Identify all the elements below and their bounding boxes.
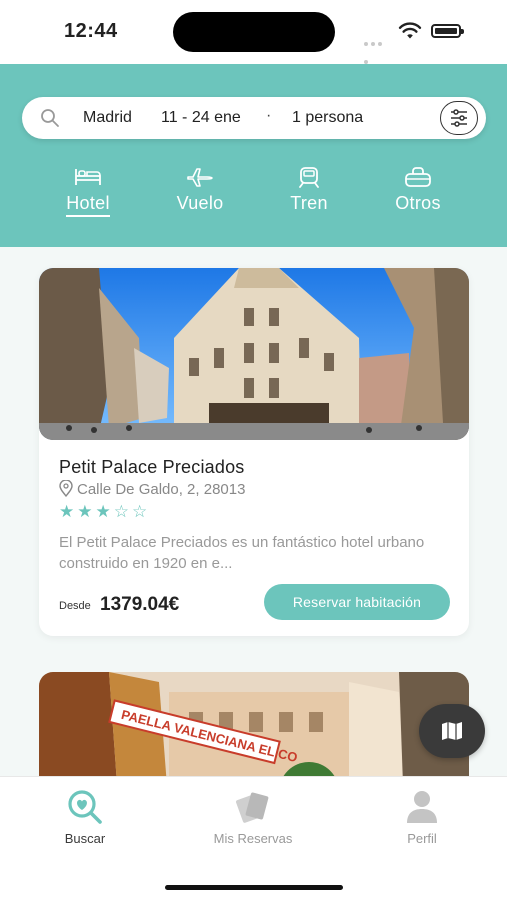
star-rating: ★★★☆☆ — [59, 502, 150, 522]
category-tabs: Hotel Vuelo Tren Otros — [0, 166, 507, 226]
nav-buscar-label: Buscar — [64, 831, 106, 846]
nav-mis-reservas-label: Mis Reservas — [213, 831, 293, 846]
map-button[interactable] — [419, 704, 485, 758]
hotel-price: 1379.04€ — [100, 594, 180, 615]
train-icon — [299, 167, 319, 188]
tab-otros-label: Otros — [395, 193, 441, 213]
bed-icon — [75, 169, 101, 185]
tab-otros[interactable]: Otros — [368, 166, 468, 214]
search-icon — [41, 109, 59, 127]
search-heart-icon — [68, 790, 102, 824]
price-from-label: Desde — [59, 600, 91, 612]
hotel-description: El Petit Palace Preciados es un fantásti… — [59, 534, 425, 572]
search-city[interactable]: Madrid — [83, 109, 132, 127]
tab-vuelo[interactable]: Vuelo — [150, 166, 250, 214]
search-bar[interactable]: Madrid 11 - 24 ene · 1 persona — [22, 97, 486, 139]
filter-button[interactable] — [440, 101, 478, 135]
nav-buscar[interactable]: Buscar — [25, 789, 145, 846]
hotel-photo[interactable] — [39, 268, 469, 440]
nav-perfil[interactable]: Perfil — [362, 789, 482, 846]
search-header: Madrid 11 - 24 ene · 1 persona Hotel Vue… — [0, 64, 507, 247]
search-guests[interactable]: 1 persona — [292, 109, 363, 127]
home-indicator — [165, 885, 343, 890]
sliders-icon — [451, 109, 467, 127]
tab-tren-label: Tren — [290, 193, 328, 213]
reserve-room-button[interactable]: Reservar habitación — [264, 584, 450, 620]
hotel-address-text: Calle De Galdo, 2, 28013 — [77, 481, 246, 498]
hotel-name: Petit Palace Preciados — [59, 457, 245, 477]
search-separator: · — [266, 107, 272, 124]
tab-hotel-label: Hotel — [66, 193, 110, 217]
tab-tren[interactable]: Tren — [259, 166, 359, 214]
search-dates[interactable]: 11 - 24 ene — [161, 109, 241, 127]
signal-dots-icon — [364, 33, 390, 64]
dynamic-island — [173, 12, 335, 52]
bottom-navigation: Buscar Mis Reservas Perfil — [0, 776, 507, 901]
location-pin-icon — [59, 479, 73, 498]
tab-vuelo-label: Vuelo — [176, 193, 224, 213]
bag-icon — [405, 167, 431, 187]
plane-icon — [187, 168, 213, 187]
nav-mis-reservas[interactable]: Mis Reservas — [193, 789, 313, 846]
star-rating-text: ★★★☆☆ — [59, 502, 151, 521]
battery-icon — [431, 24, 464, 38]
hotel-card[interactable]: Petit Palace Preciados Calle De Galdo, 2… — [39, 268, 469, 636]
tab-hotel[interactable]: Hotel — [38, 166, 138, 217]
nav-perfil-label: Perfil — [407, 831, 437, 846]
status-time: 12:44 — [64, 20, 118, 42]
tickets-icon — [236, 792, 269, 823]
person-icon — [407, 791, 437, 823]
status-bar: 12:44 — [0, 0, 507, 64]
hotel-address: Calle De Galdo, 2, 28013 — [59, 479, 246, 498]
map-icon — [442, 722, 462, 740]
wifi-icon — [398, 22, 422, 39]
